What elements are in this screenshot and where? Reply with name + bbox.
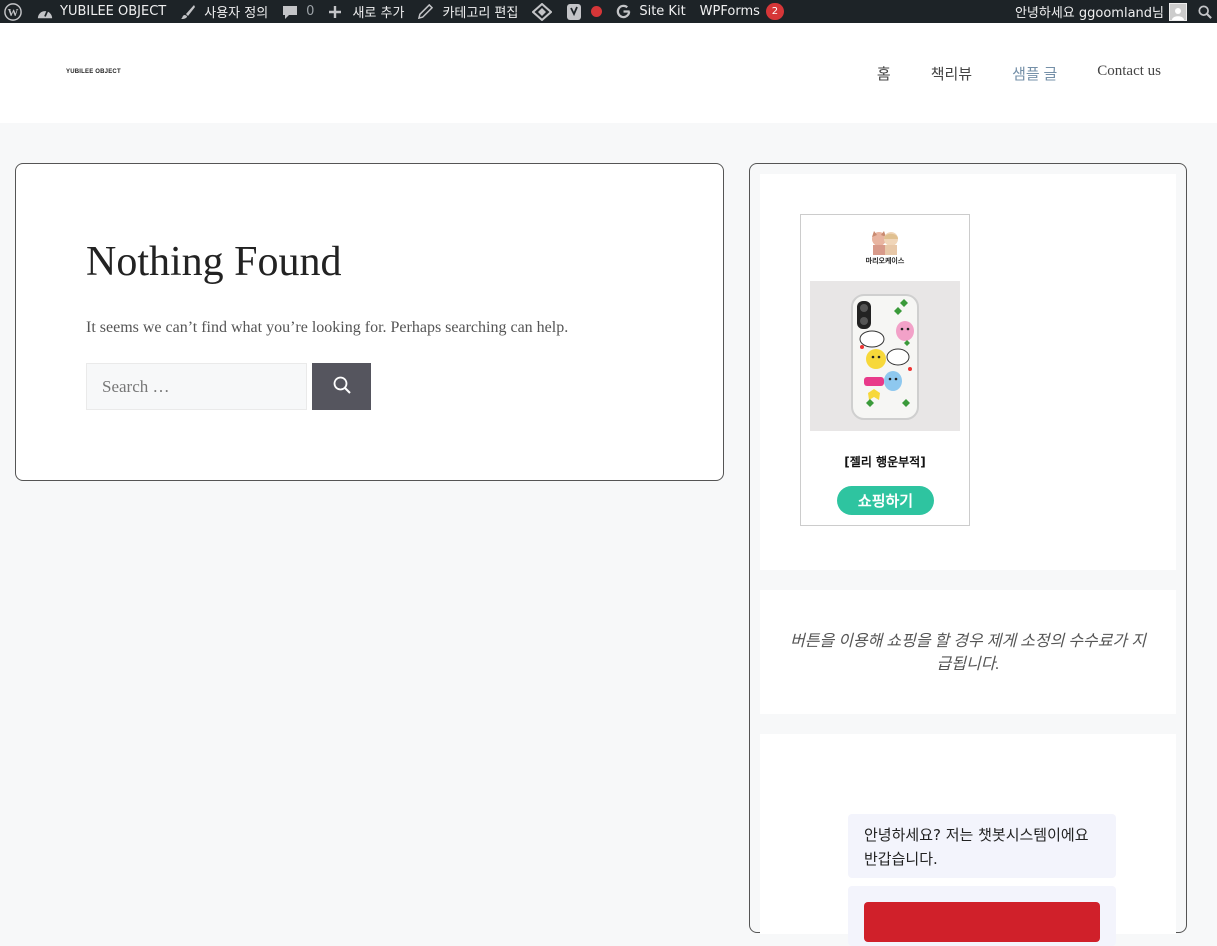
comments-menu[interactable]: 0: [275, 0, 321, 23]
seo-status-dot: [591, 6, 603, 17]
search-input[interactable]: [86, 363, 307, 410]
diamond-plugin-icon[interactable]: [525, 0, 559, 23]
product-name: [젤리 행운부적]: [844, 455, 926, 469]
no-results-section: Nothing Found It seems we can’t find wha…: [15, 163, 724, 481]
brush-icon: [180, 4, 196, 20]
sidebar: 마리오케이스 [젤리 행운부적] 쇼핑하기 버튼을 이용해 쇼핑을 할 경우 제…: [749, 163, 1187, 946]
dashboard-icon: [36, 4, 54, 20]
site-kit-label: Site Kit: [639, 4, 686, 19]
pencil-icon: [418, 4, 434, 19]
chatbot-action-card: [848, 886, 1116, 946]
brand-logo-image: [865, 229, 905, 255]
shopping-button[interactable]: 쇼핑하기: [837, 486, 934, 515]
chatbot-widget: 안녕하세요? 저는 챗봇시스템이에요 반갑습니다.: [760, 734, 1176, 946]
search-button[interactable]: [312, 363, 371, 410]
avatar: [1169, 2, 1187, 21]
nav-item-book-review[interactable]: 책리뷰: [911, 63, 992, 84]
wpforms-label: WPForms: [699, 4, 760, 19]
edit-category-menu[interactable]: 카테고리 편집: [411, 0, 525, 23]
product-image: [810, 281, 960, 431]
greeting-label: 안녕하세요 ggoomland님: [1014, 6, 1164, 21]
wpforms-menu[interactable]: WPForms 2: [693, 0, 791, 23]
customize-menu[interactable]: 사용자 정의: [173, 0, 275, 23]
yoast-seo-menu[interactable]: [559, 0, 609, 23]
comment-icon: [282, 4, 298, 20]
svg-text:W: W: [8, 7, 19, 19]
wordpress-logo-icon[interactable]: W: [0, 0, 29, 23]
affiliate-disclaimer: 버튼을 이용해 쇼핑을 할 경우 제게 소정의 수수료가 지급됩니다.: [790, 633, 1146, 673]
nav-item-sample-post[interactable]: 샘플 글: [992, 63, 1077, 84]
nav-item-contact-us[interactable]: Contact us: [1077, 63, 1161, 84]
site-header: YUBILEE OBJECT 홈 책리뷰 샘플 글 Contact us: [0, 23, 1217, 123]
comments-count: 0: [306, 4, 315, 19]
plus-icon: [328, 5, 342, 19]
edit-category-label: 카테고리 편집: [442, 6, 519, 21]
new-content-label: 새로 추가: [352, 6, 405, 21]
nav-item-home[interactable]: 홈: [857, 63, 911, 84]
admin-search-icon[interactable]: [1191, 0, 1217, 23]
my-account-menu[interactable]: 안녕하세요 ggoomland님: [1008, 0, 1191, 23]
yoast-icon: [566, 3, 582, 21]
chatbot-action-button[interactable]: [864, 902, 1100, 942]
ad-brand-name: 마리오케이스: [865, 257, 905, 265]
site-name-label: YUBILEE OBJECT: [60, 4, 167, 19]
admin-bar: W YUBILEE OBJECT 사용자 정의 0 새로 추가 카테고리 편집 …: [0, 0, 1217, 23]
no-results-message: It seems we can’t find what you’re looki…: [86, 319, 569, 336]
site-logo[interactable]: YUBILEE OBJECT: [66, 69, 121, 75]
google-g-icon: [616, 4, 631, 19]
main-navigation: 홈 책리뷰 샘플 글 Contact us: [857, 63, 1161, 84]
ad-widget: 마리오케이스 [젤리 행운부적] 쇼핑하기: [760, 174, 1176, 570]
product-ad-card[interactable]: 마리오케이스 [젤리 행운부적] 쇼핑하기: [800, 214, 970, 526]
disclaimer-widget: 버튼을 이용해 쇼핑을 할 경우 제게 소정의 수수료가 지급됩니다.: [760, 590, 1176, 714]
site-kit-menu[interactable]: Site Kit: [609, 0, 692, 23]
wpforms-notification-badge: 2: [765, 3, 784, 20]
site-name-menu[interactable]: YUBILEE OBJECT: [29, 0, 173, 23]
search-icon: [333, 376, 351, 397]
customize-label: 사용자 정의: [204, 6, 269, 21]
page-title: Nothing Found: [86, 239, 342, 285]
chatbot-greeting-message: 안녕하세요? 저는 챗봇시스템이에요 반갑습니다.: [848, 814, 1116, 878]
new-content-menu[interactable]: 새로 추가: [321, 0, 411, 23]
